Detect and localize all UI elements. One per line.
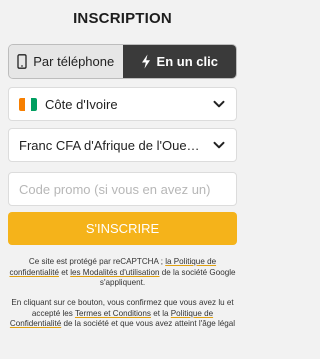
country-select[interactable]: Côte d'Ivoire (8, 87, 237, 121)
tab-phone[interactable]: Par téléphone (9, 45, 123, 78)
registration-tabs: Par téléphone En un clic (8, 44, 237, 79)
currency-select[interactable]: Franc CFA d'Afrique de l'Ouest (XOF) (8, 128, 237, 162)
consent-notice: En cliquant sur ce bouton, vous confirme… (9, 298, 236, 328)
country-value: Côte d'Ivoire (45, 96, 118, 112)
terms-of-use-link[interactable]: les Modalités d'utilisation (70, 268, 159, 277)
currency-value: Franc CFA d'Afrique de l'Ouest (XOF) (19, 137, 206, 153)
ivory-coast-flag-icon (19, 97, 37, 111)
promo-code-input[interactable] (8, 172, 237, 206)
page-title: INSCRIPTION (73, 10, 172, 27)
tab-one-click[interactable]: En un clic (122, 45, 236, 78)
chevron-down-icon (213, 141, 225, 149)
tab-phone-label: Par téléphone (33, 54, 115, 69)
lightning-icon (141, 54, 150, 69)
chevron-down-icon (213, 100, 225, 108)
recaptcha-notice: Ce site est protégé par reCAPTCHA ; la P… (9, 257, 236, 287)
register-button[interactable]: S'INSCRIRE (8, 212, 237, 245)
terms-conditions-link[interactable]: Termes et Conditions (75, 309, 151, 318)
smartphone-icon (17, 54, 27, 69)
tab-one-click-label: En un clic (156, 54, 218, 69)
